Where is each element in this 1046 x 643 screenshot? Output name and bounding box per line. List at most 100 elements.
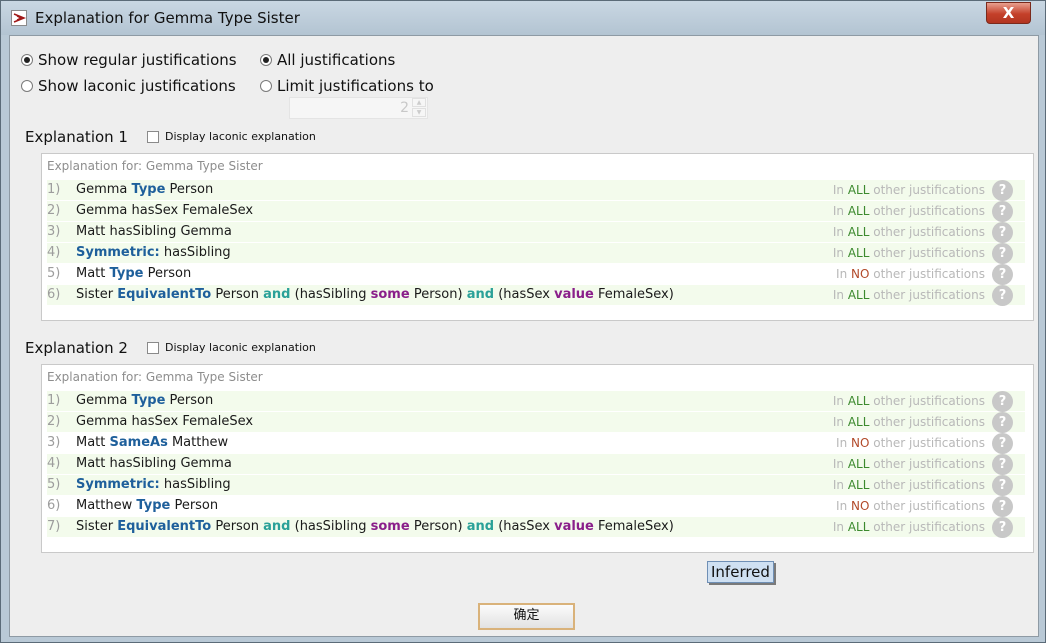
spinner-up-icon[interactable]: ▲ <box>412 98 426 107</box>
axiom-term: (hasSibling <box>290 287 371 302</box>
axiom-term: Matthew <box>76 498 137 513</box>
explanation-1-laconic-checkbox[interactable]: Display laconic explanation <box>147 130 316 143</box>
window-title: Explanation for Gemma Type Sister <box>35 9 300 27</box>
justification-text: In <box>836 436 851 450</box>
axiom-term: Sister <box>76 519 118 534</box>
radio-selected-icon[interactable] <box>260 54 272 66</box>
justification-text: In <box>832 478 848 492</box>
help-icon[interactable]: ? <box>992 517 1013 538</box>
spinner-down-icon[interactable]: ▼ <box>412 108 426 117</box>
justification-status: In ALL other justifications <box>833 225 985 239</box>
axiom-term: Person) <box>409 519 467 534</box>
axiom-row[interactable]: 2) Gemma hasSex FemaleSex In ALL other jus… <box>47 412 1025 433</box>
justification-text: In <box>832 520 848 534</box>
axiom-row[interactable]: 1) Gemma Type Person In ALL other justific… <box>47 391 1025 412</box>
protege-app-icon <box>11 10 27 26</box>
explanation-1-header: Explanation for: Gemma Type Sister <box>47 159 263 173</box>
justification-text: In <box>832 457 848 471</box>
help-icon[interactable]: ? <box>992 285 1013 306</box>
justification-count: ALL <box>847 394 870 408</box>
justification-text: other justifications <box>869 457 985 471</box>
justification-text: In <box>832 415 848 429</box>
axiom-row[interactable]: 5) Matt Type Person In NO other justificat… <box>47 264 1025 285</box>
axiom-number: 4) <box>47 245 61 260</box>
axiom-number: 2) <box>47 414 61 429</box>
justification-text: In <box>832 246 848 260</box>
justification-status: In ALL other justifications <box>833 520 985 534</box>
justification-status: In NO other justifications <box>836 267 985 281</box>
axiom-keyword: value <box>554 519 594 534</box>
justification-text: other justifications <box>869 415 985 429</box>
justification-text: In <box>832 225 848 239</box>
all-justifications-option[interactable]: All justifications <box>260 51 395 69</box>
justification-count: NO <box>851 267 870 281</box>
axiom-text: Sister EquivalentTo Person and (hasSibli… <box>76 519 674 534</box>
help-icon[interactable]: ? <box>992 433 1013 454</box>
axiom-row[interactable]: 3) Matt hasSibling Gemma In ALL other just… <box>47 222 1025 243</box>
axiom-row[interactable]: 2) Gemma hasSex FemaleSex In ALL other jus… <box>47 201 1025 222</box>
axiom-term: (hasSex <box>494 519 555 534</box>
help-icon[interactable]: ? <box>992 454 1013 475</box>
axiom-row[interactable]: 7) Sister EquivalentTo Person and (hasSib… <box>47 517 1025 538</box>
justification-count: NO <box>851 499 870 513</box>
help-icon[interactable]: ? <box>992 201 1013 222</box>
axiom-text: Gemma hasSex FemaleSex <box>76 414 253 429</box>
axiom-row[interactable]: 4) Matt hasSibling Gemma In ALL other just… <box>47 454 1025 475</box>
axiom-term: Person <box>165 393 214 408</box>
title-bar[interactable]: Explanation for Gemma Type Sister X <box>1 1 1045 35</box>
limit-justifications-option[interactable]: Limit justifications to <box>260 77 434 95</box>
ok-button[interactable]: 确定 <box>478 603 575 630</box>
axiom-row[interactable]: 4) Symmetric: hasSibling In ALL other jus… <box>47 243 1025 264</box>
axiom-term: (hasSibling <box>290 519 371 534</box>
justification-count: ALL <box>847 415 870 429</box>
explanation-dialog: Explanation for Gemma Type Sister X Show… <box>0 0 1046 643</box>
justification-text: In <box>836 499 851 513</box>
show-regular-option[interactable]: Show regular justifications <box>21 51 237 69</box>
justification-text: other justifications <box>869 246 985 260</box>
axiom-keyword: Symmetric: <box>76 477 160 492</box>
axiom-row[interactable]: 3) Matt SameAs Matthew In NO other justifi… <box>47 433 1025 454</box>
justification-status: In ALL other justifications <box>833 183 985 197</box>
axiom-number: 4) <box>47 456 61 471</box>
limit-spinner-value[interactable]: 2 <box>400 100 409 116</box>
axiom-text: Symmetric: hasSibling <box>76 245 231 260</box>
show-laconic-option[interactable]: Show laconic justifications <box>21 77 236 95</box>
help-icon[interactable]: ? <box>992 496 1013 517</box>
close-button[interactable]: X <box>986 2 1031 24</box>
axiom-row[interactable]: 6) Sister EquivalentTo Person and (hasSib… <box>47 285 1025 306</box>
axiom-row[interactable]: 5) Symmetric: hasSibling In ALL other jus… <box>47 475 1025 496</box>
axiom-number: 5) <box>47 477 61 492</box>
axiom-term: hasSibling <box>159 245 231 260</box>
axiom-text: Symmetric: hasSibling <box>76 477 231 492</box>
axiom-row[interactable]: 1) Gemma Type Person In ALL other justific… <box>47 180 1025 201</box>
radio-unselected-icon[interactable] <box>260 80 272 92</box>
explanation-1-panel: Explanation for: Gemma Type Sister 1) Gem… <box>41 153 1034 321</box>
axiom-term: FemaleSex) <box>593 287 674 302</box>
justification-count: ALL <box>847 183 870 197</box>
radio-unselected-icon[interactable] <box>21 80 33 92</box>
justification-text: other justifications <box>869 478 985 492</box>
help-icon[interactable]: ? <box>992 412 1013 433</box>
dialog-body: Show regular justifications Show laconic… <box>9 35 1039 637</box>
help-icon[interactable]: ? <box>992 391 1013 412</box>
checkbox-icon[interactable] <box>147 130 159 143</box>
justification-count: ALL <box>847 246 870 260</box>
help-icon[interactable]: ? <box>992 180 1013 201</box>
axiom-keyword: EquivalentTo <box>117 519 212 534</box>
help-icon[interactable]: ? <box>992 222 1013 243</box>
justification-text: other justifications <box>869 225 985 239</box>
limit-spinner[interactable]: 2 ▲ ▼ <box>289 97 428 119</box>
axiom-row[interactable]: 6) Matthew Type Person In NO other justifi… <box>47 496 1025 517</box>
explanation-1-title: Explanation 1 <box>25 128 128 146</box>
radio-selected-icon[interactable] <box>21 54 33 66</box>
axiom-term: Sister <box>76 287 118 302</box>
explanation-2-laconic-checkbox[interactable]: Display laconic explanation <box>147 341 316 354</box>
help-icon[interactable]: ? <box>992 264 1013 285</box>
inferred-tooltip: Inferred <box>707 561 774 583</box>
help-icon[interactable]: ? <box>992 243 1013 264</box>
axiom-number: 5) <box>47 266 61 281</box>
checkbox-icon[interactable] <box>147 341 159 354</box>
axiom-number: 6) <box>47 498 61 513</box>
help-icon[interactable]: ? <box>992 475 1013 496</box>
justification-count: ALL <box>847 457 870 471</box>
